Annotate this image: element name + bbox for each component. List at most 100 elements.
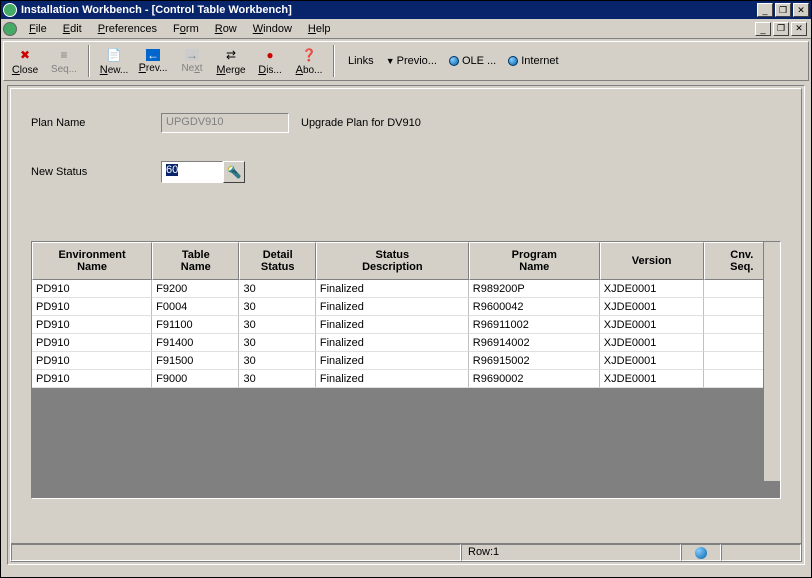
mdi-minimize-button[interactable]: _ [755,22,771,36]
next-icon: → [185,49,199,61]
globe-icon [695,547,707,559]
new-toolbutton[interactable]: 📄 New... [95,44,133,78]
menu-file[interactable]: File [21,21,55,37]
visual-assist-button[interactable]: 🔦 [223,161,245,183]
seq-icon: ≡ [56,47,72,63]
prev-toolbutton[interactable]: ← Prev... [134,44,172,78]
toolbar-separator [88,45,90,77]
mdi-icon [3,22,17,36]
links-dropdown[interactable]: ▼ Previo... [386,55,437,67]
merge-toolbutton[interactable]: ⇄ Merge [212,44,250,78]
cell-version: XJDE0001 [600,352,704,370]
about-icon: ❓ [301,47,317,63]
internet-icon [508,56,518,66]
col-environment-name[interactable]: EnvironmentName [32,242,152,280]
new-status-field[interactable]: 60 [161,161,223,183]
status-panel-1 [11,544,461,561]
cell-status: Finalized [316,370,469,388]
cell-env: PD910 [32,334,152,352]
mdi-restore-button[interactable]: ❐ [773,22,789,36]
menu-form[interactable]: Form [165,21,207,37]
cell-detail: 30 [239,352,315,370]
dis-toolbutton[interactable]: ● Dis... [251,44,289,78]
cell-env: PD910 [32,370,152,388]
cell-detail: 30 [239,298,315,316]
cell-table: F0004 [152,298,239,316]
col-table-name[interactable]: TableName [152,242,239,280]
menu-window[interactable]: Window [245,21,300,37]
maximize-button[interactable]: ❐ [775,3,791,17]
minimize-button[interactable]: _ [757,3,773,17]
cell-version: XJDE0001 [600,316,704,334]
menu-row[interactable]: Row [207,21,245,37]
plan-name-field: UPGDV910 [161,113,289,133]
cell-program: R96914002 [469,334,600,352]
cell-env: PD910 [32,352,152,370]
cell-detail: 30 [239,334,315,352]
plan-name-label: Plan Name [31,117,161,129]
cell-status: Finalized [316,352,469,370]
cell-version: XJDE0001 [600,334,704,352]
flashlight-icon: 🔦 [227,165,242,179]
plan-name-description: Upgrade Plan for DV910 [301,117,421,129]
table-row[interactable]: PD910F9140030FinalizedR96914002XJDE00017… [32,334,780,352]
cell-table: F91500 [152,352,239,370]
cell-program: R989200P [469,280,600,298]
cell-table: F91100 [152,316,239,334]
table-row[interactable]: PD910F900030FinalizedR9690002XJDE000190 [32,370,780,388]
ole-icon [449,56,459,66]
cell-detail: 30 [239,280,315,298]
table-row[interactable]: PD910F9110030FinalizedR96911002XJDE00017… [32,316,780,334]
mdi-close-button[interactable]: ✕ [791,22,807,36]
ole-link[interactable]: OLE ... [449,55,496,67]
prev-icon: ← [146,49,160,61]
cell-program: R9600042 [469,298,600,316]
menu-edit[interactable]: Edit [55,21,90,37]
titlebar: Installation Workbench - [Control Table … [1,1,811,19]
status-row-panel: Row:1 [461,544,681,561]
table-row[interactable]: PD910F920030FinalizedR989200PXJDE000125 [32,280,780,298]
status-panel-4 [721,544,801,561]
new-icon: 📄 [106,47,122,63]
seq-toolbutton: ≡ Seq... [45,44,83,78]
cell-table: F9000 [152,370,239,388]
cell-status: Finalized [316,280,469,298]
close-button[interactable]: ✕ [793,3,809,17]
toolbar-separator [333,45,335,77]
table-row[interactable]: PD910F9150030FinalizedR96915002XJDE00018… [32,352,780,370]
cell-status: Finalized [316,316,469,334]
grid-scrollbar[interactable] [763,242,780,481]
cell-version: XJDE0001 [600,370,704,388]
internet-link[interactable]: Internet [508,55,558,67]
col-version[interactable]: Version [600,242,704,280]
status-globe-panel [681,544,721,561]
window-title: Installation Workbench - [Control Table … [21,4,757,16]
close-toolbutton[interactable]: ✖ Close [6,44,44,78]
links-label: Links [348,55,374,67]
new-status-label: New Status [31,166,161,178]
cell-table: F9200 [152,280,239,298]
col-status-description[interactable]: StatusDescription [316,242,469,280]
cell-env: PD910 [32,298,152,316]
cell-version: XJDE0001 [600,298,704,316]
merge-icon: ⇄ [223,47,239,63]
abo-toolbutton[interactable]: ❓ Abo... [290,44,328,78]
cell-env: PD910 [32,280,152,298]
close-icon: ✖ [17,47,33,63]
cell-version: XJDE0001 [600,280,704,298]
app-icon [3,3,17,17]
cell-detail: 30 [239,316,315,334]
menu-preferences[interactable]: Preferences [90,21,165,37]
dis-icon: ● [262,47,278,63]
next-toolbutton: → Next [173,44,211,78]
menubar: File Edit Preferences Form Row Window He… [1,19,811,39]
form-area: Plan Name UPGDV910 Upgrade Plan for DV91… [7,85,805,565]
col-program-name[interactable]: ProgramName [469,242,600,280]
col-detail-status[interactable]: DetailStatus [239,242,315,280]
toolbar: ✖ Close ≡ Seq... 📄 New... ← Prev... → Ne… [3,41,809,81]
data-grid[interactable]: EnvironmentName TableName DetailStatus S… [31,241,781,499]
menu-help[interactable]: Help [300,21,339,37]
cell-env: PD910 [32,316,152,334]
table-row[interactable]: PD910F000430FinalizedR9600042XJDE000145 [32,298,780,316]
grid-header: EnvironmentName TableName DetailStatus S… [32,242,780,280]
